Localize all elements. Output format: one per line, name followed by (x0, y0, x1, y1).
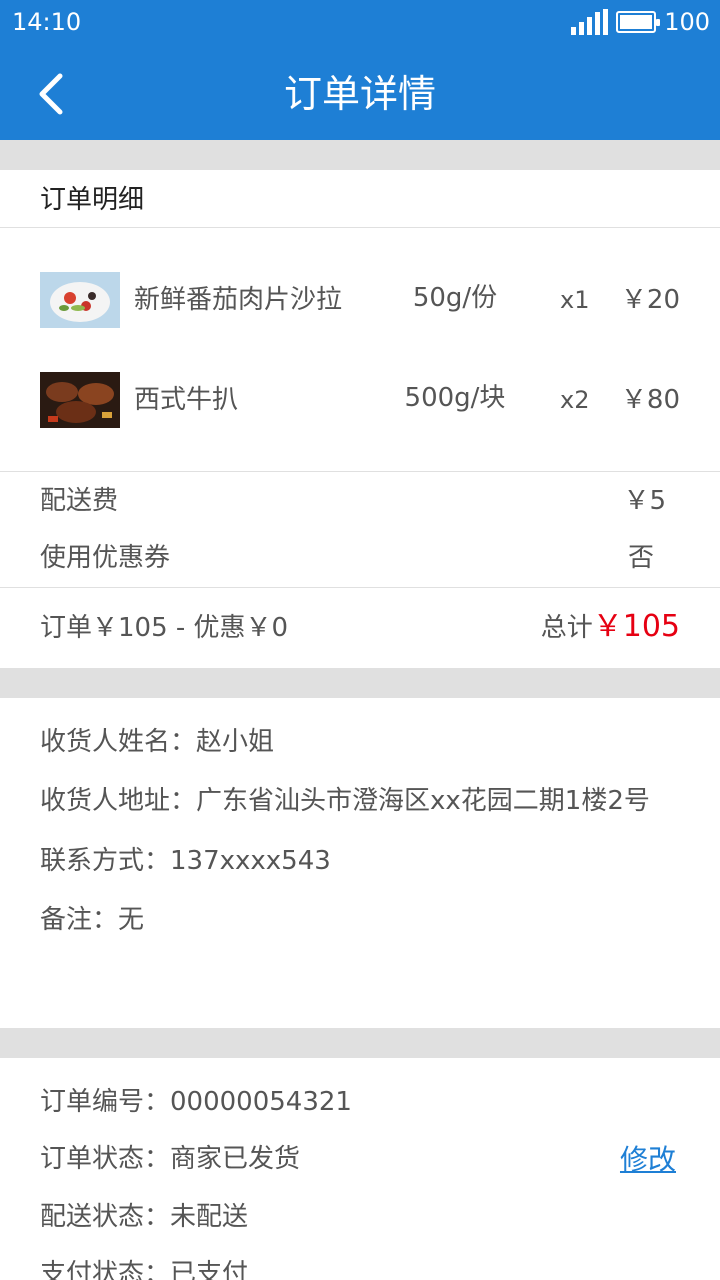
order-note: 备注：无 (40, 905, 145, 935)
item-name: 西式牛扒 (134, 385, 239, 415)
item-price: ￥20 (620, 285, 680, 315)
signal-icon (571, 9, 609, 35)
total-amount: ￥105 (592, 609, 680, 644)
list-item[interactable]: 新鲜番茄肉片沙拉 50g/份 x1 ￥20 (0, 270, 720, 330)
receiver-address: 收货人地址：广东省汕头市澄海区xx花园二期1楼2号 (40, 786, 650, 816)
edit-status-link[interactable]: 修改 (620, 1138, 676, 1182)
payment-status: 支付状态：已支付 (40, 1259, 249, 1280)
steak-thumbnail (40, 372, 120, 428)
order-total: 总计￥105 (541, 604, 680, 654)
section-divider (0, 1028, 720, 1058)
item-spec: 500g/块 (404, 383, 506, 413)
receiver-contact: 联系方式：137xxxx543 (40, 846, 331, 876)
battery-icon (616, 11, 661, 33)
list-item[interactable]: 西式牛扒 500g/块 x2 ￥80 (0, 370, 720, 430)
battery-level: 100 (664, 8, 710, 36)
order-number: 订单编号：00000054321 (40, 1087, 352, 1117)
item-quantity: x1 (560, 286, 590, 314)
item-name: 新鲜番茄肉片沙拉 (134, 285, 343, 315)
total-label: 总计 (540, 613, 593, 643)
item-spec: 50g/份 (412, 283, 498, 313)
order-status: 订单状态：商家已发货 (40, 1144, 301, 1174)
delivery-fee-label: 配送费 (40, 486, 119, 516)
item-price: ￥80 (620, 385, 680, 415)
salad-thumbnail (40, 272, 120, 328)
coupon-value: 否 (627, 543, 654, 573)
item-quantity: x2 (560, 386, 590, 414)
status-time: 14:10 (12, 8, 82, 36)
status-indicators: 100 (571, 8, 710, 36)
divider (0, 587, 720, 588)
section-divider (0, 140, 720, 170)
receiver-name: 收货人姓名：赵小姐 (40, 727, 275, 757)
delivery-status: 配送状态：未配送 (40, 1202, 249, 1232)
app-header: 14:10 100 订单详情 (0, 0, 720, 140)
divider (0, 471, 720, 472)
section-divider (0, 668, 720, 698)
order-detail-title: 订单明细 (40, 185, 145, 215)
page-title: 订单详情 (283, 72, 436, 116)
delivery-fee-value: ￥5 (623, 486, 666, 516)
order-summary: 订单￥105 - 优惠￥0 (40, 613, 289, 643)
divider (0, 227, 720, 228)
coupon-label: 使用优惠券 (40, 543, 171, 573)
